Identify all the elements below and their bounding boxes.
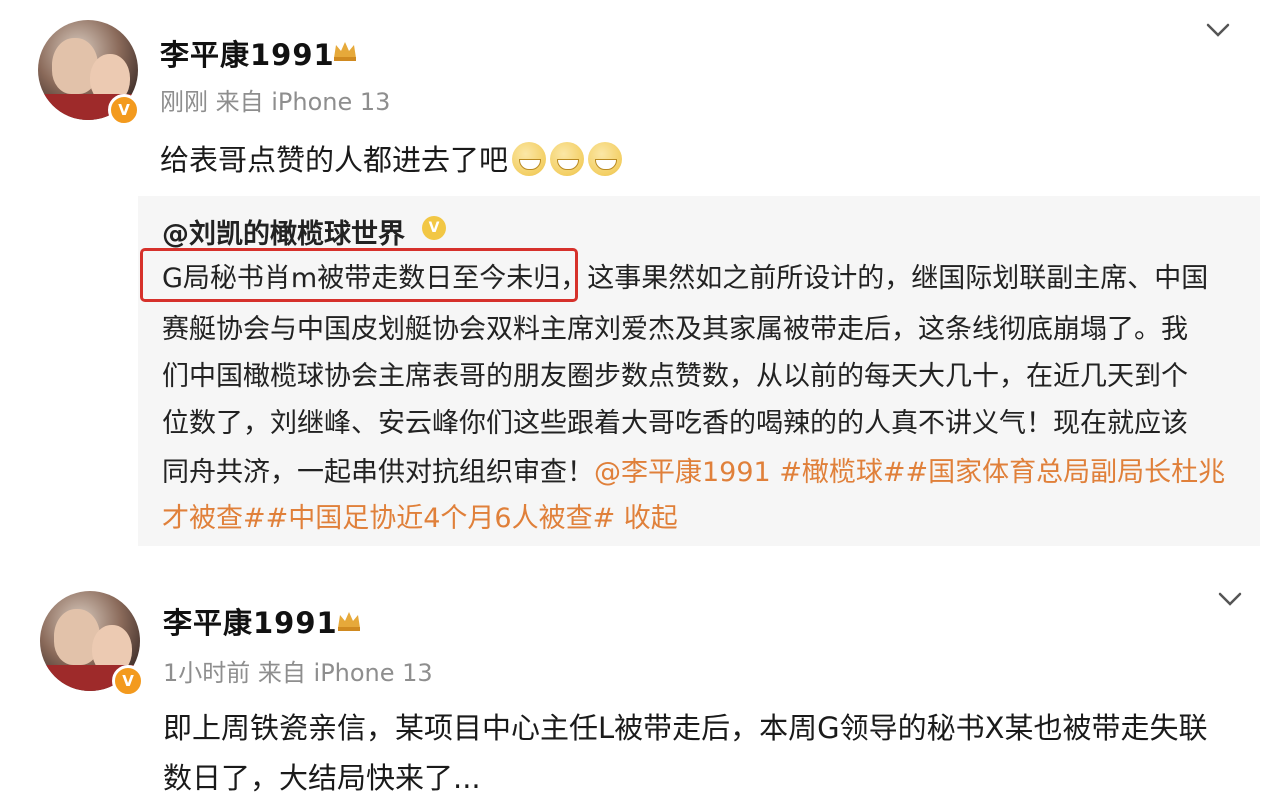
crown-icon	[334, 42, 356, 61]
grin-emoji-icon	[512, 142, 547, 176]
username[interactable]: 李平康1991	[160, 32, 335, 74]
hashtag-links[interactable]: 才被查##中国足协近4个月6人被查# 收起	[162, 496, 678, 535]
post-meta: 刚刚 来自 iPhone 13	[160, 88, 391, 116]
chevron-down-icon[interactable]	[1216, 589, 1244, 609]
hashtag-links[interactable]: @李平康1991 #橄榄球##国家体育总局副局长杜兆	[594, 457, 1225, 488]
verified-icon: V	[422, 216, 446, 240]
username[interactable]: 李平康1991	[163, 600, 338, 642]
verified-icon: V	[108, 94, 140, 126]
post-text: 即上周铁瓷亲信，某项目中心主任L被带走后，本周G领导的秘书X某也被带走失联	[163, 711, 1208, 745]
verified-icon: V	[112, 665, 144, 697]
repost-line: 同舟共济，一起串供对抗组织审查！@李平康1991 #橄榄球##国家体育总局副局长…	[162, 457, 1226, 488]
repost-line: 赛艇协会与中国皮划艇协会双料主席刘爱杰及其家属被带走后，这条线彻底崩塌了。我	[162, 314, 1188, 345]
weibo-post: V 李平康1991 1小时前 来自 iPhone 13 即上周铁瓷亲信，某项目中…	[0, 575, 1280, 805]
grin-emoji-icon	[588, 142, 623, 176]
repost-line: G局秘书肖m被带走数日至今未归，这事果然如之前所设计的，继国际划联副主席、中国	[162, 263, 1209, 294]
repost-author[interactable]: @刘凯的橄榄球世界	[162, 212, 405, 251]
weibo-post: V 李平康1991 刚刚 来自 iPhone 13 给表哥点赞的人都进去了吧 @…	[0, 0, 1280, 560]
post-meta: 1小时前 来自 iPhone 13	[163, 659, 433, 687]
crown-icon	[338, 612, 360, 631]
post-text: 给表哥点赞的人都进去了吧	[160, 137, 623, 179]
repost-line: 位数了，刘继峰、安云峰你们这些跟着大哥吃香的喝辣的的人真不讲义气！现在就应该	[162, 408, 1188, 439]
highlighted-text: G局秘书肖m被带走数日至今未归	[162, 263, 561, 294]
chevron-down-icon[interactable]	[1204, 20, 1232, 40]
repost-line: 们中国橄榄球协会主席表哥的朋友圈步数点赞数，从以前的每天大几十，在近几天到个	[162, 361, 1188, 392]
post-text: 数日了，大结局快来了...	[163, 761, 481, 795]
grin-emoji-icon	[550, 142, 585, 176]
repost-card[interactable]: @刘凯的橄榄球世界 V G局秘书肖m被带走数日至今未归，这事果然如之前所设计的，…	[138, 196, 1260, 546]
